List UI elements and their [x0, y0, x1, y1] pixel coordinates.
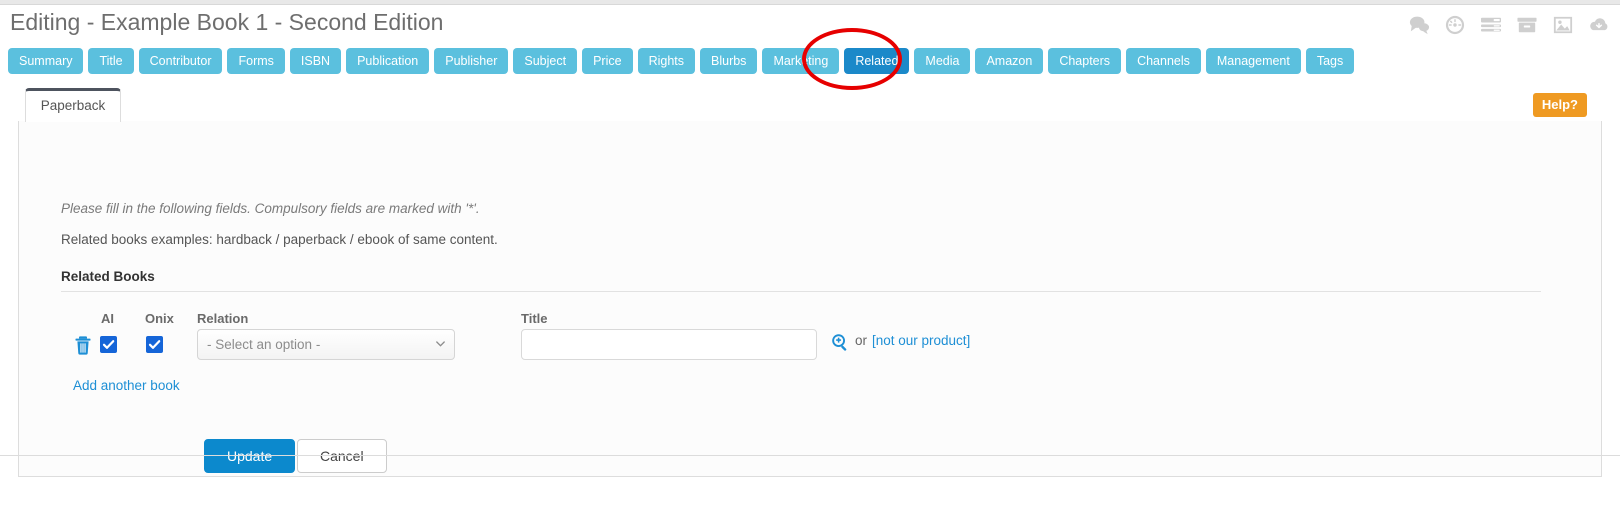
tab-forms[interactable]: Forms — [227, 48, 285, 74]
page-bottom-divider — [0, 455, 1620, 456]
tab-price[interactable]: Price — [582, 48, 633, 74]
help-button[interactable]: Help? — [1532, 93, 1587, 117]
dashboard-gauge-icon[interactable] — [1444, 15, 1466, 35]
tab-tags[interactable]: Tags — [1305, 48, 1355, 74]
column-header-title: Title — [521, 311, 548, 326]
tab-management[interactable]: Management — [1205, 48, 1301, 74]
search-plus-icon[interactable] — [831, 333, 849, 351]
title-input[interactable] — [521, 329, 817, 360]
column-header-ai: AI — [101, 311, 114, 326]
archive-box-icon[interactable] — [1516, 15, 1538, 35]
tab-subject[interactable]: Subject — [513, 48, 578, 74]
chevron-down-icon — [436, 341, 445, 347]
tab-amazon[interactable]: Amazon — [975, 48, 1044, 74]
tab-publisher[interactable]: Publisher — [434, 48, 509, 74]
application-window: Editing - Example Book 1 - Second Editio… — [0, 0, 1620, 508]
not-our-product-link[interactable]: [not our product] — [872, 333, 970, 348]
tab-publication[interactable]: Publication — [346, 48, 430, 74]
tab-channels[interactable]: Channels — [1126, 48, 1201, 74]
tab-contributor[interactable]: Contributor — [138, 48, 223, 74]
tab-chapters[interactable]: Chapters — [1048, 48, 1122, 74]
tab-marketing[interactable]: Marketing — [762, 48, 840, 74]
subtab-paperback[interactable]: Paperback — [25, 88, 121, 122]
update-button[interactable]: Update — [204, 439, 296, 473]
trash-icon[interactable] — [73, 334, 93, 356]
section-divider — [61, 291, 1541, 292]
header-icon-group — [1408, 15, 1610, 35]
onix-checkbox[interactable] — [146, 336, 163, 353]
tab-related[interactable]: Related — [844, 48, 910, 74]
header-bar: Editing - Example Book 1 - Second Editio… — [0, 5, 1620, 47]
tab-title[interactable]: Title — [88, 48, 134, 74]
column-header-onix: Onix — [145, 311, 174, 326]
list-view-icon[interactable] — [1480, 15, 1502, 35]
tab-media[interactable]: Media — [914, 48, 971, 74]
tab-isbn[interactable]: ISBN — [289, 48, 342, 74]
relation-select-value: - Select an option - — [207, 337, 321, 352]
tab-blurbs[interactable]: Blurbs — [700, 48, 758, 74]
ai-checkbox[interactable] — [100, 336, 117, 353]
subtab-strip: Paperback — [18, 88, 1602, 122]
tab-rights[interactable]: Rights — [637, 48, 695, 74]
column-header-relation: Relation — [197, 311, 249, 326]
content-panel-wrapper: Paperback Help? Please fill in the follo… — [18, 88, 1602, 477]
related-books-section-header: Related Books — [61, 269, 1541, 292]
or-label: or — [855, 333, 868, 348]
page-title: Editing - Example Book 1 - Second Editio… — [10, 9, 444, 35]
section-title: Related Books — [61, 269, 155, 284]
image-icon[interactable] — [1552, 15, 1574, 35]
cloud-download-icon[interactable] — [1588, 15, 1610, 35]
comments-icon[interactable] — [1408, 15, 1430, 35]
compulsory-fields-note: Please fill in the following fields. Com… — [61, 201, 480, 216]
tab-summary[interactable]: Summary — [8, 48, 84, 74]
relation-select[interactable]: - Select an option - — [197, 329, 455, 360]
related-books-panel: Help? Please fill in the following field… — [18, 93, 1602, 477]
primary-tabs: Summary Title Contributor Forms ISBN Pub… — [8, 48, 1612, 78]
related-books-examples-note: Related books examples: hardback / paper… — [61, 232, 498, 247]
cancel-button[interactable]: Cancel — [297, 439, 387, 473]
add-another-book-link[interactable]: Add another book — [73, 378, 180, 393]
